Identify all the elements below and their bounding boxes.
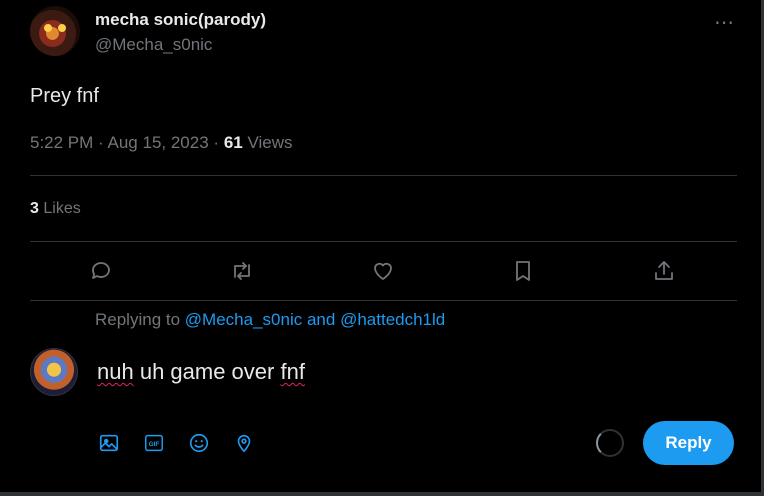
user-avatar[interactable] [30, 348, 78, 396]
meta-separator: · [213, 133, 220, 152]
meta-separator: · [98, 133, 104, 152]
likes-label: Likes [43, 200, 81, 217]
divider [30, 175, 737, 176]
bookmark-icon[interactable] [509, 257, 537, 285]
author-name[interactable]: mecha sonic(parody) [95, 10, 266, 30]
tweet-meta: 5:22 PM · Aug 15, 2023 · 61 Views [30, 133, 293, 153]
tweet-text: Prey fnf [30, 85, 99, 107]
image-icon[interactable] [97, 431, 121, 455]
spellcheck-word: fnf [280, 359, 305, 384]
replying-prefix: Replying to [95, 310, 181, 329]
likes-count: 3 [30, 200, 39, 217]
replying-to: Replying to @Mecha_s0nic and @hattedch1l… [95, 310, 445, 330]
reply-text-middle: uh game over [133, 359, 281, 384]
gif-icon[interactable]: GIF [142, 431, 166, 455]
author-avatar[interactable] [30, 6, 80, 56]
avatar-eye-left [44, 24, 52, 32]
reply-icon[interactable] [87, 257, 115, 285]
views-label: Views [247, 133, 293, 152]
location-icon[interactable] [232, 431, 256, 455]
retweet-icon[interactable] [228, 257, 256, 285]
replying-and[interactable]: and [307, 310, 335, 329]
share-icon[interactable] [650, 257, 678, 285]
author-handle[interactable]: @Mecha_s0nic [95, 35, 212, 55]
tweet-date[interactable]: Aug 15, 2023 [108, 133, 209, 152]
divider [30, 300, 737, 301]
replying-user-link[interactable]: @hattedch1ld [340, 310, 445, 329]
more-options-icon[interactable]: ⋯ [714, 10, 735, 35]
avatar-eye-right [58, 24, 66, 32]
divider [30, 241, 737, 242]
like-icon[interactable] [369, 257, 397, 285]
reply-input[interactable]: nuh uh game over fnf [97, 359, 305, 385]
views-count: 61 [223, 133, 243, 152]
tweet-time[interactable]: 5:22 PM [30, 133, 93, 152]
character-count-ring-icon [596, 429, 624, 457]
window-bottom-border [0, 492, 764, 496]
likes-stat[interactable]: 3 Likes [30, 200, 81, 218]
replying-user-link[interactable]: @Mecha_s0nic [185, 310, 302, 329]
svg-text:GIF: GIF [149, 441, 160, 448]
reply-button[interactable]: Reply [643, 421, 734, 465]
emoji-icon[interactable] [187, 431, 211, 455]
spellcheck-word: nuh [97, 359, 134, 384]
